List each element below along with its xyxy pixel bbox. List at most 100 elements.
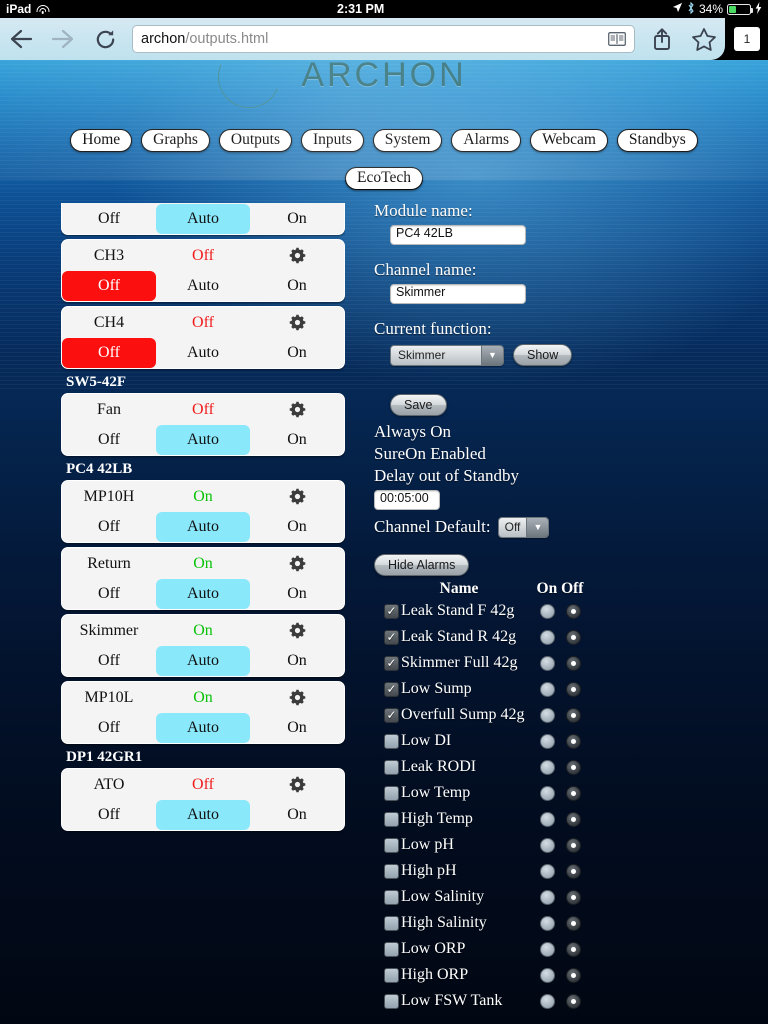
alarm-off-radio[interactable] xyxy=(565,837,581,853)
alarm-on-radio[interactable] xyxy=(539,967,555,983)
alarm-enabled-checkbox[interactable]: ✓ xyxy=(384,941,399,957)
nav-link-ecotech[interactable]: EcoTech xyxy=(345,167,423,190)
reload-icon[interactable] xyxy=(84,18,126,60)
channel-mode-off[interactable]: Off xyxy=(62,338,156,368)
channel-mode-on[interactable]: On xyxy=(250,204,344,234)
tab-count-button[interactable]: 1 xyxy=(734,27,760,51)
alarm-on-radio[interactable] xyxy=(539,941,555,957)
gear-icon[interactable] xyxy=(250,689,344,706)
channel-mode-auto[interactable]: Auto xyxy=(156,338,250,368)
channel-mode-on[interactable]: On xyxy=(250,338,344,368)
alarm-enabled-checkbox[interactable]: ✓ xyxy=(384,811,399,827)
alarm-off-radio[interactable] xyxy=(565,603,581,619)
alarm-on-radio[interactable] xyxy=(539,863,555,879)
module-name-input[interactable]: PC4 42LB xyxy=(390,225,526,245)
alarm-off-radio[interactable] xyxy=(565,681,581,697)
alarm-enabled-checkbox[interactable]: ✓ xyxy=(384,863,399,879)
alarm-on-radio[interactable] xyxy=(539,915,555,931)
channel-name-input[interactable]: Skimmer xyxy=(390,284,526,304)
gear-icon[interactable] xyxy=(250,314,344,331)
alarm-off-radio[interactable] xyxy=(565,993,581,1009)
alarm-enabled-checkbox[interactable]: ✓ xyxy=(384,993,399,1009)
alarm-on-radio[interactable] xyxy=(539,993,555,1009)
save-button[interactable]: Save xyxy=(390,394,447,416)
alarm-off-radio[interactable] xyxy=(565,889,581,905)
gear-icon[interactable] xyxy=(250,622,344,639)
channel-mode-on[interactable]: On xyxy=(250,425,344,455)
alarm-enabled-checkbox[interactable]: ✓ xyxy=(384,603,399,619)
alarm-off-radio[interactable] xyxy=(565,941,581,957)
channel-mode-auto[interactable]: Auto xyxy=(156,800,250,830)
alarm-off-radio[interactable] xyxy=(565,863,581,879)
alarm-on-radio[interactable] xyxy=(539,707,555,723)
channel-mode-off[interactable]: Off xyxy=(62,579,156,609)
show-button[interactable]: Show xyxy=(513,344,573,366)
delay-out-of-standby-input[interactable]: 00:05:00 xyxy=(374,490,440,510)
share-icon[interactable] xyxy=(641,18,683,60)
alarm-on-radio[interactable] xyxy=(539,603,555,619)
nav-link-webcam[interactable]: Webcam xyxy=(530,129,608,152)
channel-mode-off[interactable]: Off xyxy=(62,646,156,676)
alarm-on-radio[interactable] xyxy=(539,655,555,671)
nav-link-graphs[interactable]: Graphs xyxy=(141,129,210,152)
alarm-on-radio[interactable] xyxy=(539,889,555,905)
alarm-enabled-checkbox[interactable]: ✓ xyxy=(384,837,399,853)
channel-mode-auto[interactable]: Auto xyxy=(156,271,250,301)
gear-icon[interactable] xyxy=(250,247,344,264)
channel-mode-on[interactable]: On xyxy=(250,713,344,743)
address-bar[interactable]: archon/outputs.html xyxy=(132,25,635,53)
nav-link-home[interactable]: Home xyxy=(70,129,133,152)
alarm-off-radio[interactable] xyxy=(565,759,581,775)
channel-mode-auto[interactable]: Auto xyxy=(156,512,250,542)
hide-alarms-button[interactable]: Hide Alarms xyxy=(374,554,470,576)
alarm-on-radio[interactable] xyxy=(539,733,555,749)
channel-mode-on[interactable]: On xyxy=(250,512,344,542)
channel-mode-auto[interactable]: Auto xyxy=(156,713,250,743)
back-arrow-icon[interactable] xyxy=(0,18,42,60)
nav-link-standbys[interactable]: Standbys xyxy=(616,129,698,152)
channel-mode-off[interactable]: Off xyxy=(62,204,156,234)
alarm-enabled-checkbox[interactable]: ✓ xyxy=(384,681,399,697)
gear-icon[interactable] xyxy=(250,401,344,418)
alarm-enabled-checkbox[interactable]: ✓ xyxy=(384,629,399,645)
channel-mode-on[interactable]: On xyxy=(250,800,344,830)
channel-mode-off[interactable]: Off xyxy=(62,512,156,542)
channel-list[interactable]: Off Auto On CH3 Off Off Auto On CH4 Off Off Auto On S… xyxy=(61,203,345,865)
alarm-off-radio[interactable] xyxy=(565,655,581,671)
channel-mode-on[interactable]: On xyxy=(250,579,344,609)
alarm-off-radio[interactable] xyxy=(565,915,581,931)
gear-icon[interactable] xyxy=(250,488,344,505)
alarm-on-radio[interactable] xyxy=(539,681,555,697)
alarm-enabled-checkbox[interactable]: ✓ xyxy=(384,915,399,931)
alarm-off-radio[interactable] xyxy=(565,629,581,645)
nav-link-alarms[interactable]: Alarms xyxy=(451,129,522,152)
alarm-on-radio[interactable] xyxy=(539,785,555,801)
alarm-enabled-checkbox[interactable]: ✓ xyxy=(384,785,399,801)
channel-mode-off[interactable]: Off xyxy=(62,713,156,743)
forward-arrow-icon[interactable] xyxy=(42,18,84,60)
reader-view-icon[interactable] xyxy=(608,32,626,46)
channel-mode-on[interactable]: On xyxy=(250,271,344,301)
gear-icon[interactable] xyxy=(250,776,344,793)
channel-default-select[interactable]: Off ▼ xyxy=(497,516,550,538)
channel-mode-on[interactable]: On xyxy=(250,646,344,676)
channel-mode-off[interactable]: Off xyxy=(62,800,156,830)
alarm-on-radio[interactable] xyxy=(539,811,555,827)
nav-link-outputs[interactable]: Outputs xyxy=(218,129,293,152)
current-function-select[interactable]: Skimmer ▼ xyxy=(390,344,504,366)
alarm-enabled-checkbox[interactable]: ✓ xyxy=(384,707,399,723)
channel-mode-off[interactable]: Off xyxy=(62,271,156,301)
alarm-off-radio[interactable] xyxy=(565,811,581,827)
alarm-enabled-checkbox[interactable]: ✓ xyxy=(384,889,399,905)
gear-icon[interactable] xyxy=(250,555,344,572)
channel-mode-auto[interactable]: Auto xyxy=(156,579,250,609)
alarm-enabled-checkbox[interactable]: ✓ xyxy=(384,655,399,671)
channel-mode-auto[interactable]: Auto xyxy=(156,204,250,234)
alarm-enabled-checkbox[interactable]: ✓ xyxy=(384,733,399,749)
nav-link-system[interactable]: System xyxy=(372,129,443,152)
alarm-off-radio[interactable] xyxy=(565,967,581,983)
alarm-on-radio[interactable] xyxy=(539,629,555,645)
star-icon[interactable] xyxy=(683,18,725,60)
alarm-enabled-checkbox[interactable]: ✓ xyxy=(384,967,399,983)
alarm-enabled-checkbox[interactable]: ✓ xyxy=(384,759,399,775)
